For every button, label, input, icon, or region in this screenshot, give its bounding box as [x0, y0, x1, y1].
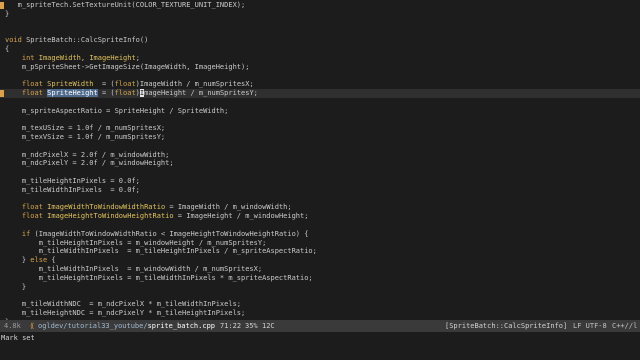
- code-text: m_texVSize = 1.0f / m_numSpritesY;: [5, 133, 166, 141]
- code-text: m_tileHeightInPixels = m_tileWidthInPixe…: [5, 273, 313, 282]
- code-line[interactable]: [0, 27, 640, 36]
- current-function: [SpriteBatch::CalcSpriteInfo]: [445, 322, 568, 330]
- code-line[interactable]: [0, 195, 640, 204]
- code-line[interactable]: m_texVSize = 1.0f / m_numSpritesY;: [0, 133, 640, 142]
- code-line[interactable]: m_ndcPixelX = 2.0f / m_windowWidth;: [0, 151, 640, 160]
- code-line[interactable]: [0, 168, 640, 177]
- file-lock-icon: ⟪: [30, 322, 35, 330]
- code-text: m_spriteAspectRatio = SpriteHeight / Spr…: [5, 106, 229, 115]
- file-size: 4.8k: [4, 322, 21, 330]
- code-line[interactable]: {: [0, 45, 640, 54]
- code-line[interactable]: int ImageWidth, ImageHeight;: [0, 54, 640, 63]
- file-path-dir: ogldev/tutorial33_youtube/: [38, 322, 148, 330]
- code-text: void SpriteBatch::CalcSpriteInfo(): [5, 36, 149, 45]
- code-text: m_tileWidthInPixels = 0.0f;: [5, 185, 140, 194]
- code-text: float SpriteWidth = (float)ImageWidth / …: [21, 80, 254, 89]
- code-line[interactable]: m_pSpriteSheet->GetImageSize(ImageWidth,…: [0, 63, 640, 72]
- code-line[interactable]: [0, 115, 640, 124]
- code-line[interactable]: float ImageHeightToWindowHeightRatio = I…: [0, 212, 640, 221]
- code-line[interactable]: m_tileHeightInPixels = m_tileWidthInPixe…: [0, 274, 640, 283]
- major-mode[interactable]: C++//l: [612, 320, 637, 332]
- code-text: }: [5, 282, 27, 291]
- code-text: float SpriteHeight = (float)ImageHeight …: [21, 89, 258, 97]
- code-line[interactable]: float SpriteWidth = (float)ImageWidth / …: [0, 80, 640, 89]
- code-line[interactable]: if (ImageWidthToWindowWidthRatio < Image…: [0, 230, 640, 239]
- code-text: {: [5, 45, 10, 53]
- code-text: m_tileHeightInPixels = m_windowHeight / …: [5, 238, 267, 247]
- code-line[interactable]: m_tileWidthInPixels = m_windowWidth / m_…: [0, 265, 640, 274]
- code-line[interactable]: }: [0, 10, 640, 19]
- code-line[interactable]: [0, 71, 640, 80]
- code-line[interactable]: m_tileHeightInPixels = 0.0f;: [0, 177, 640, 186]
- code-line[interactable]: m_texUSize = 1.0f / m_numSpritesX;: [0, 124, 640, 133]
- code-line[interactable]: [0, 221, 640, 230]
- code-line[interactable]: }: [0, 283, 640, 292]
- code-editor[interactable]: m_spriteTech.SetTextureUnit(COLOR_TEXTUR…: [0, 0, 640, 326]
- code-line[interactable]: m_tileWidthNDC = m_ndcPixelX * m_tileWid…: [0, 300, 640, 309]
- code-text: m_ndcPixelX = 2.0f / m_windowWidth;: [5, 150, 170, 159]
- code-line[interactable]: m_spriteAspectRatio = SpriteHeight / Spr…: [0, 107, 640, 116]
- code-line[interactable]: m_tileWidthInPixels = 0.0f;: [0, 186, 640, 195]
- mode-line: 4.8k ⟪ ogldev/tutorial33_youtube/sprite_…: [0, 320, 640, 332]
- code-text: m_texUSize = 1.0f / m_numSpritesX;: [5, 124, 166, 133]
- echo-area: Mark set: [1, 334, 35, 342]
- code-line[interactable]: m_spriteTech.SetTextureUnit(COLOR_TEXTUR…: [0, 1, 640, 10]
- code-line[interactable]: [0, 19, 640, 28]
- code-text: m_tileHeightNDC = m_ndcPixelY * m_tileHe…: [5, 309, 246, 317]
- code-text: m_tileWidthNDC = m_ndcPixelX * m_tileWid…: [5, 300, 242, 309]
- fringe-marker-icon: [0, 90, 4, 97]
- file-name: sprite_batch.cpp: [147, 322, 216, 330]
- code-line[interactable]: [0, 291, 640, 300]
- code-text: float ImageHeightToWindowHeightRatio = I…: [21, 212, 309, 221]
- code-text: float ImageWidthToWindowWidthRatio = Ima…: [21, 203, 292, 212]
- code-text: }: [5, 9, 10, 18]
- code-text: int ImageWidth, ImageHeight;: [21, 53, 140, 62]
- code-text: } else {: [5, 256, 56, 265]
- fringe-marker-icon: [0, 2, 4, 9]
- code-text: m_pSpriteSheet->GetImageSize(ImageWidth,…: [5, 62, 250, 71]
- code-text: m_spriteTech.SetTextureUnit(COLOR_TEXTUR…: [5, 1, 246, 9]
- code-line[interactable]: void SpriteBatch::CalcSpriteInfo(): [0, 36, 640, 45]
- buffer-percent: 35%: [245, 322, 258, 330]
- code-line[interactable]: [0, 98, 640, 107]
- code-line[interactable]: m_ndcPixelY = 2.0f / m_windowHeight;: [0, 159, 640, 168]
- code-line[interactable]: float SpriteHeight = (float)ImageHeight …: [0, 89, 640, 98]
- code-text: if (ImageWidthToWindowWidthRatio < Image…: [21, 229, 309, 238]
- file-path[interactable]: ogldev/tutorial33_youtube/sprite_batch.c…: [38, 320, 215, 332]
- code-line[interactable]: m_tileWidthInPixels = m_tileHeightInPixe…: [0, 247, 640, 256]
- code-text: m_tileHeightInPixels = 0.0f;: [5, 177, 140, 185]
- encoding-indicator[interactable]: LF UTF-8: [573, 320, 607, 332]
- code-line[interactable]: } else {: [0, 256, 640, 265]
- code-line[interactable]: [0, 142, 640, 151]
- code-text: m_ndcPixelY = 2.0f / m_windowHeight;: [5, 159, 174, 168]
- code-line[interactable]: float ImageWidthToWindowWidthRatio = Ima…: [0, 203, 640, 212]
- cursor-position: 71:22: [220, 322, 242, 330]
- code-line[interactable]: m_tileHeightInPixels = m_windowHeight / …: [0, 239, 640, 248]
- column-indicator: 12C: [262, 322, 275, 330]
- code-text: m_tileWidthInPixels = m_tileHeightInPixe…: [5, 247, 317, 256]
- code-line[interactable]: m_tileHeightNDC = m_ndcPixelY * m_tileHe…: [0, 309, 640, 318]
- code-text: m_tileWidthInPixels = m_windowWidth / m_…: [5, 265, 263, 273]
